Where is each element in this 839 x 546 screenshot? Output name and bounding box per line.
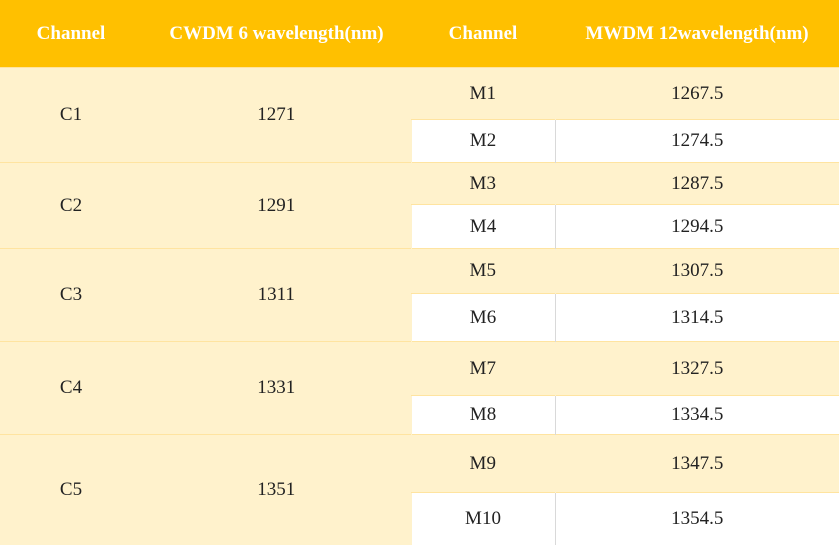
table-row: C1 1271 M1 1267.5 bbox=[0, 67, 839, 163]
mwdm-channel-cell: M6 bbox=[410, 293, 555, 342]
mwdm-wavelength-cell: 1267.5 bbox=[554, 67, 839, 120]
mwdm-channel-cell: M2 bbox=[410, 119, 555, 163]
header-channel-cwdm: Channel bbox=[0, 0, 142, 68]
cwdm-channel-cell: C1 bbox=[0, 67, 142, 163]
table-row: C5 1351 M9 1347.5 bbox=[0, 434, 839, 545]
header-cwdm-wavelength: CWDM 6 wavelength(nm) bbox=[142, 0, 411, 68]
cwdm-channel-cell: C5 bbox=[0, 434, 142, 545]
cwdm-wavelength-cell: 1271 bbox=[142, 67, 411, 163]
header-row: Channel CWDM 6 wavelength(nm) Channel MW… bbox=[0, 0, 839, 68]
cwdm-wavelength-cell: 1331 bbox=[142, 341, 411, 435]
mwdm-channel-cell: M7 bbox=[411, 341, 555, 396]
mwdm-wavelength-cell: 1327.5 bbox=[554, 341, 839, 396]
mwdm-wavelength-cell: 1294.5 bbox=[554, 204, 839, 249]
mwdm-channel-cell: M1 bbox=[411, 67, 555, 120]
mwdm-channel-cell: M3 bbox=[411, 162, 555, 205]
mwdm-channel-cell: M5 bbox=[411, 248, 555, 294]
cwdm-channel-cell: C4 bbox=[0, 341, 142, 435]
mwdm-wavelength-cell: 1334.5 bbox=[554, 395, 839, 435]
mwdm-wavelength-cell: 1287.5 bbox=[554, 162, 839, 205]
header-channel-mwdm: Channel bbox=[411, 0, 555, 68]
mwdm-channel-cell: M4 bbox=[410, 204, 555, 249]
header-mwdm-wavelength: MWDM 12wavelength(nm) bbox=[555, 0, 839, 68]
mwdm-channel-cell: M9 bbox=[411, 434, 555, 493]
mwdm-wavelength-cell: 1354.5 bbox=[554, 492, 839, 545]
cwdm-channel-cell: C2 bbox=[0, 162, 142, 249]
mwdm-wavelength-cell: 1274.5 bbox=[554, 119, 839, 163]
wavelength-table: Channel CWDM 6 wavelength(nm) Channel MW… bbox=[0, 0, 839, 545]
cwdm-wavelength-cell: 1311 bbox=[142, 248, 411, 342]
cwdm-wavelength-cell: 1291 bbox=[142, 162, 411, 249]
table-row: C3 1311 M5 1307.5 bbox=[0, 248, 839, 342]
table-row: C2 1291 M3 1287.5 bbox=[0, 162, 839, 249]
cwdm-channel-cell: C3 bbox=[0, 248, 142, 342]
mwdm-channel-cell: M8 bbox=[410, 395, 555, 435]
mwdm-wavelength-cell: 1314.5 bbox=[554, 293, 839, 342]
mwdm-channel-cell: M10 bbox=[410, 492, 555, 545]
table-row: C4 1331 M7 1327.5 bbox=[0, 341, 839, 435]
cwdm-wavelength-cell: 1351 bbox=[142, 434, 411, 545]
mwdm-wavelength-cell: 1347.5 bbox=[554, 434, 839, 493]
mwdm-wavelength-cell: 1307.5 bbox=[554, 248, 839, 294]
